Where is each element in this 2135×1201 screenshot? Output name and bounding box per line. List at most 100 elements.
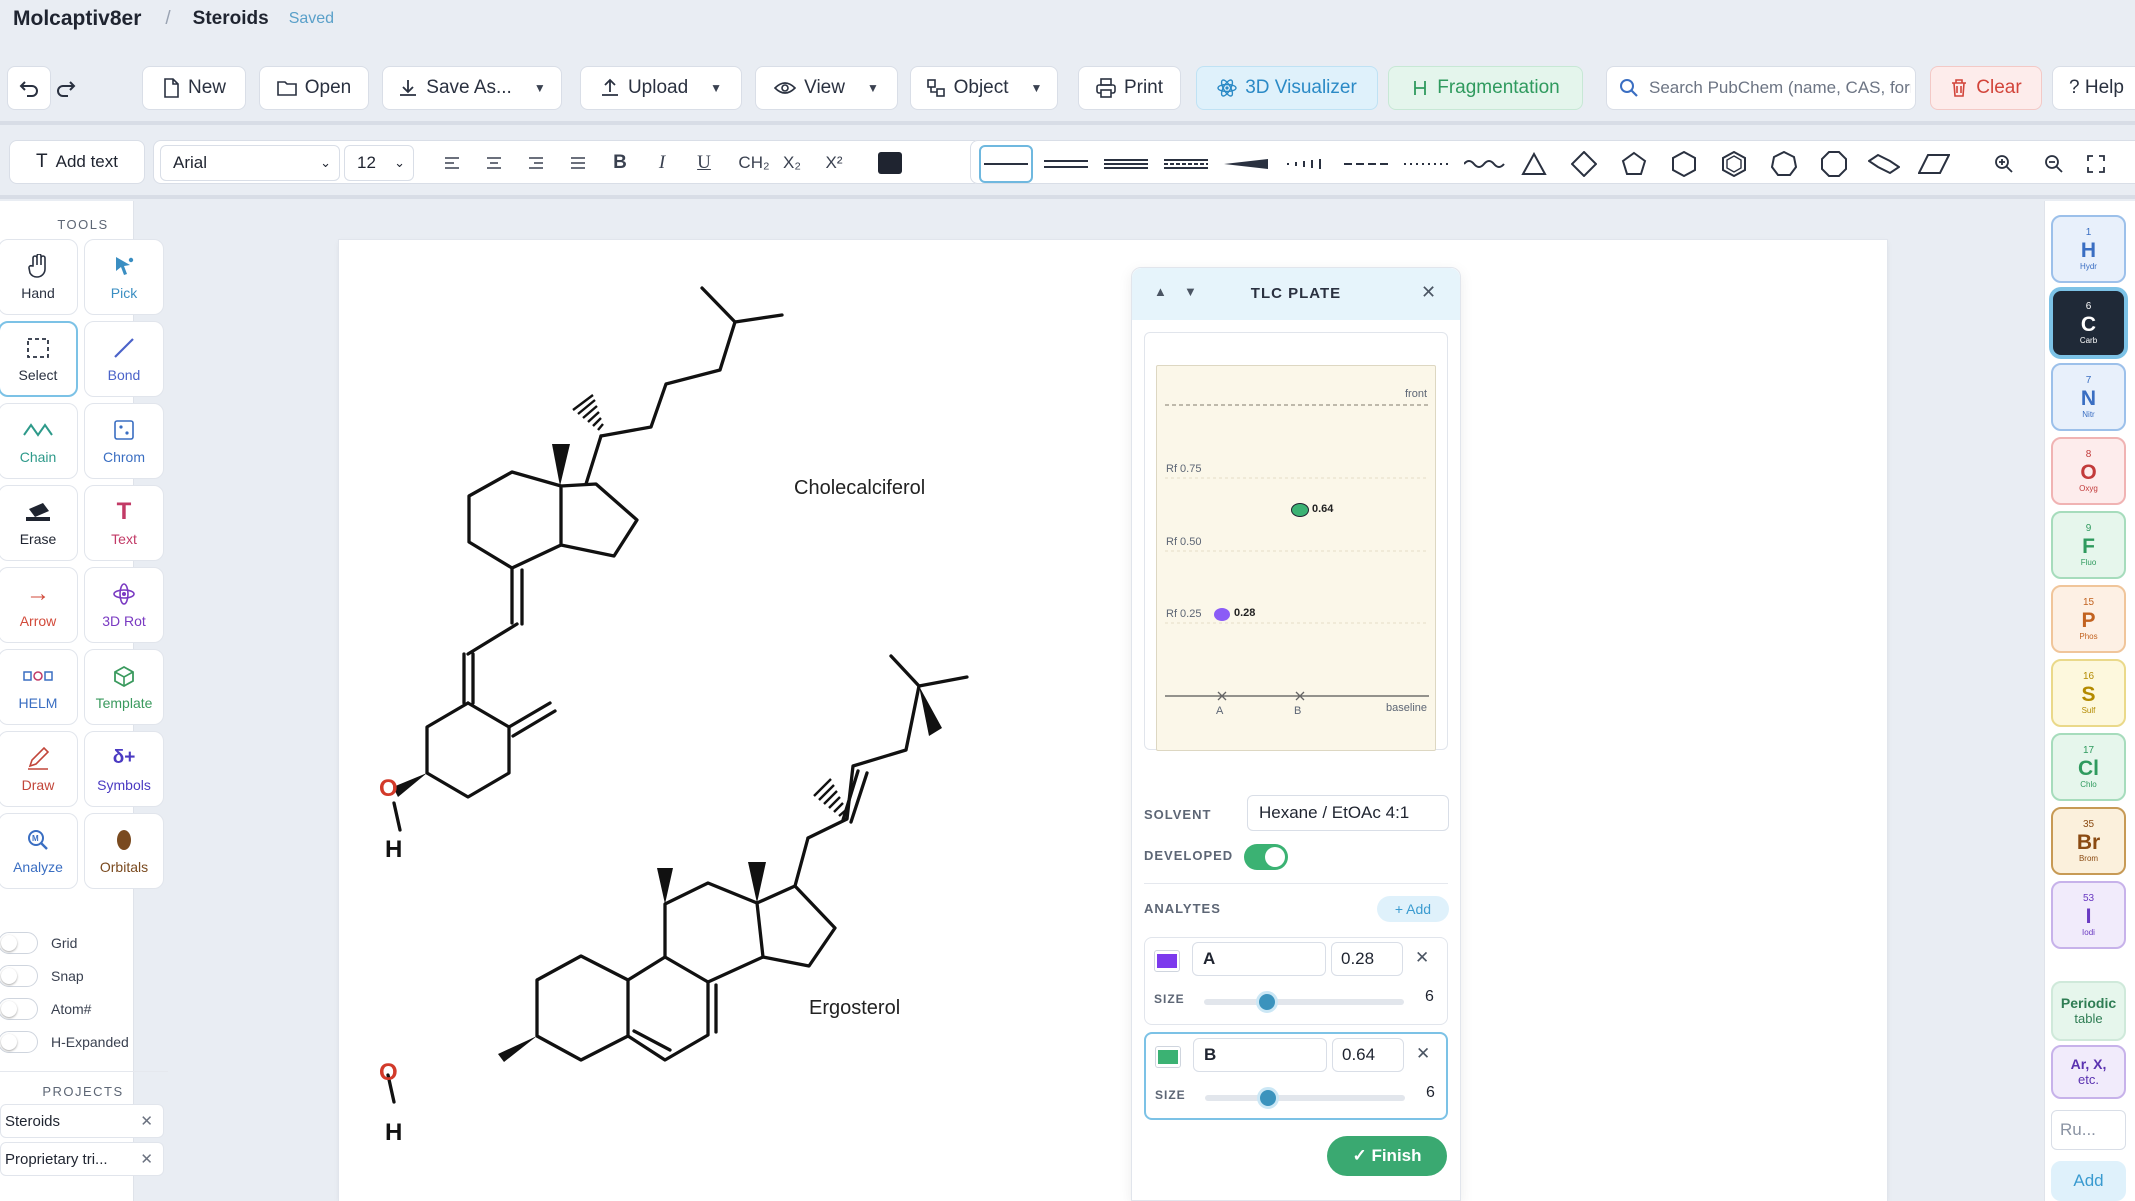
single-bond-button[interactable] [979,145,1033,183]
view-button[interactable]: View ▼ [755,66,898,110]
fragmentation-button[interactable]: Fragmentation [1388,66,1583,110]
analyte-name-input[interactable]: A [1192,942,1326,976]
underline-button[interactable]: U [688,147,720,179]
cholecalciferol-structure[interactable] [392,286,784,832]
analyte-color-picker[interactable] [1154,950,1180,972]
align-center-button[interactable] [478,147,510,179]
analyte-rf-input[interactable]: 0.28 [1331,942,1403,976]
bold-button[interactable]: B [604,147,636,179]
element-s[interactable]: 16 S Sulf [2051,659,2126,727]
close-icon[interactable]: ✕ [140,1150,153,1168]
tool-hand[interactable]: Hand [0,239,78,315]
add-element-button[interactable]: Add [2051,1161,2126,1201]
superscript-button[interactable]: X² [818,147,850,179]
align-left-button[interactable] [436,147,468,179]
upload-button[interactable]: Upload ▼ [580,66,742,110]
project-item[interactable]: Steroids ✕ [0,1104,164,1138]
3d-visualizer-button[interactable]: 3D Visualizer [1196,66,1378,110]
hydrogen-atom-label[interactable]: H [385,836,402,863]
close-icon[interactable]: ✕ [1416,1044,1430,1064]
oxygen-atom-label[interactable]: O [379,775,398,802]
redo-button[interactable] [44,66,88,110]
element-n[interactable]: 7 N Nitr [2051,363,2126,431]
ch2-button[interactable]: CH₂ [734,147,774,179]
new-button[interactable]: New [142,66,246,110]
element-i[interactable]: 53 I Iodi [2051,881,2126,949]
tool-pick[interactable]: Pick [84,239,164,315]
toggle-switch[interactable] [0,1031,38,1053]
atom-number-toggle-row[interactable]: Atom# [0,997,91,1021]
clear-button[interactable]: Clear [1930,66,2042,110]
periodic-table-button[interactable]: Periodic table [2051,981,2126,1041]
close-icon[interactable]: ✕ [140,1112,153,1130]
fit-screen-button[interactable] [2081,145,2111,183]
ergosterol-structure[interactable] [386,654,969,1104]
open-button[interactable]: Open [259,66,369,110]
add-text-button[interactable]: T Add text [9,140,145,184]
print-button[interactable]: Print [1078,66,1181,110]
drawing-canvas[interactable]: O H O H Cholecalciferol Ergosterol [339,240,1887,1201]
solvent-input[interactable]: Hexane / EtOAc 4:1 [1247,795,1449,831]
font-family-select[interactable]: Arial ⌄ [160,145,340,181]
zoom-in-button[interactable] [1983,145,2025,183]
molecule-label-ergosterol[interactable]: Ergosterol [809,997,900,1019]
document-title[interactable]: Steroids [193,8,269,30]
square-ring-button[interactable] [1563,145,1605,183]
tool-analyze[interactable]: M Analyze [0,813,78,889]
dashed-bond-button[interactable] [1339,145,1393,183]
hydrogen-atom-label[interactable]: H [385,1119,402,1146]
tlc-spot-a[interactable] [1214,608,1230,621]
element-cl[interactable]: 17 Cl Chlo [2051,733,2126,801]
molecule-label-cholecalciferol[interactable]: Cholecalciferol [794,477,925,499]
size-slider[interactable] [1205,1087,1405,1109]
triple-bond-button[interactable] [1099,145,1153,183]
rule-input[interactable]: Ru... [2051,1110,2126,1150]
font-size-select[interactable]: 12 ⌄ [344,145,414,181]
tool-text[interactable]: T Text [84,485,164,561]
project-item[interactable]: Proprietary tri... ✕ [0,1142,164,1176]
help-button[interactable]: ? Help [2052,66,2135,110]
close-icon[interactable]: ✕ [1421,282,1436,303]
tool-chrom[interactable]: Chrom [84,403,164,479]
h-expanded-toggle-row[interactable]: H-Expanded [0,1030,129,1054]
finish-button[interactable]: ✓ Finish [1327,1136,1447,1176]
tool-template[interactable]: Template [84,649,164,725]
boat-ring-button[interactable] [1913,145,1955,183]
object-button[interactable]: Object ▼ [910,66,1058,110]
element-c[interactable]: 6 C Carb [2051,289,2126,357]
analyte-name-input[interactable]: B [1193,1038,1327,1072]
tool-3d-rot[interactable]: 3D Rot [84,567,164,643]
chair-ring-button[interactable] [1863,145,1905,183]
element-br[interactable]: 35 Br Brom [2051,807,2126,875]
triangle-ring-button[interactable] [1513,145,1555,183]
developed-toggle[interactable] [1244,844,1288,870]
text-color-button[interactable] [874,147,906,179]
close-icon[interactable]: ✕ [1415,948,1429,968]
add-analyte-button[interactable]: + Add [1377,896,1449,922]
tool-select[interactable]: Select [0,321,78,397]
dotted-bond-button[interactable] [1399,145,1453,183]
tool-draw[interactable]: Draw [0,731,78,807]
double-bond-button[interactable] [1039,145,1093,183]
justify-button[interactable] [562,147,594,179]
toggle-switch[interactable] [0,998,38,1020]
element-o[interactable]: 8 O Oxyg [2051,437,2126,505]
analyte-color-picker[interactable] [1155,1046,1181,1068]
heptagon-ring-button[interactable] [1763,145,1805,183]
tool-erase[interactable]: Erase [0,485,78,561]
element-h[interactable]: 1 H Hydr [2051,215,2126,283]
element-f[interactable]: 9 F Fluo [2051,511,2126,579]
italic-button[interactable]: I [646,147,678,179]
grid-toggle-row[interactable]: Grid [0,931,77,955]
tool-orbitals[interactable]: Orbitals [84,813,164,889]
benzene-ring-button[interactable] [1713,145,1755,183]
tool-helm[interactable]: HELM [0,649,78,725]
zoom-out-button[interactable] [2033,145,2075,183]
pubchem-search[interactable] [1606,66,1916,110]
subscript-button[interactable]: X₂ [776,147,808,179]
element-p[interactable]: 15 P Phos [2051,585,2126,653]
tool-bond[interactable]: Bond [84,321,164,397]
slider-thumb[interactable] [1256,991,1278,1013]
analyte-rf-input[interactable]: 0.64 [1332,1038,1404,1072]
save-as-button[interactable]: Save As... ▼ [382,66,562,110]
